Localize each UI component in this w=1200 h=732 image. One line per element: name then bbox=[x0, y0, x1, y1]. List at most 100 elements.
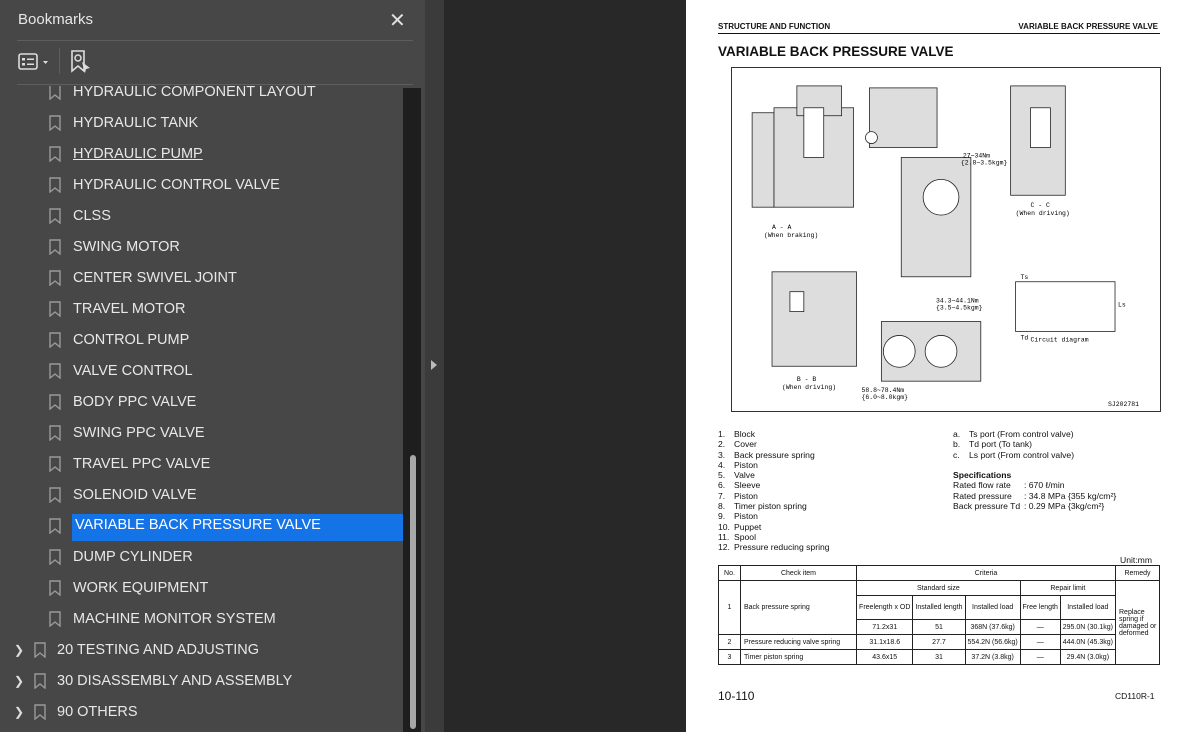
bookmark-item[interactable]: HYDRAULIC CONTROL VALVE bbox=[0, 171, 403, 199]
bookmark-item[interactable]: ❯ 20 TESTING AND ADJUSTING bbox=[0, 636, 403, 664]
torque-3: 58.8~78.4Nm bbox=[861, 387, 904, 394]
divider bbox=[17, 84, 413, 85]
item-number: a. bbox=[953, 429, 961, 439]
item-text: Sleeve bbox=[734, 480, 761, 491]
bookmark-label: VARIABLE BACK PRESSURE VALVE bbox=[72, 514, 403, 541]
bookmark-item[interactable]: HYDRAULIC PUMP bbox=[0, 140, 403, 168]
bookmark-item[interactable]: BODY PPC VALVE bbox=[0, 388, 403, 416]
document-viewer-background bbox=[444, 0, 686, 732]
item-number: 11. bbox=[718, 531, 730, 542]
bookmark-label: HYDRAULIC PUMP bbox=[73, 146, 203, 162]
ls-label: Ls bbox=[1118, 302, 1126, 309]
bookmark-icon bbox=[49, 270, 61, 287]
bookmark-icon bbox=[49, 456, 61, 473]
item-text: Ts port (From control valve) bbox=[969, 429, 1074, 439]
bookmark-label: HYDRAULIC COMPONENT LAYOUT bbox=[73, 86, 316, 100]
spec-row: Rated pressure: 34.8 MPa {355 kg/cm²} bbox=[953, 491, 1116, 501]
bookmark-item[interactable]: CENTER SWIVEL JOINT bbox=[0, 264, 403, 292]
bookmark-icon bbox=[49, 146, 61, 163]
cell: 51 bbox=[912, 619, 966, 635]
item-text: Back pressure spring bbox=[734, 449, 815, 460]
th-installed-load: Installed load bbox=[964, 595, 1021, 620]
bookmark-label: DUMP CYLINDER bbox=[73, 549, 193, 565]
bookmark-item[interactable]: CONTROL PUMP bbox=[0, 326, 403, 354]
bookmark-item[interactable]: HYDRAULIC COMPONENT LAYOUT bbox=[0, 86, 403, 106]
cell: Timer piston spring bbox=[740, 649, 857, 665]
running-header-left: STRUCTURE AND FUNCTION bbox=[718, 22, 831, 31]
torque-2b: {3.5~4.5kgm} bbox=[936, 305, 983, 312]
panel-title: Bookmarks bbox=[18, 11, 94, 28]
bookmark-label: MACHINE MONITOR SYSTEM bbox=[73, 611, 276, 627]
view-aa-label: A - A bbox=[772, 224, 791, 231]
item-number: 10. bbox=[718, 521, 730, 532]
circuit-label: Circuit diagram bbox=[1031, 336, 1089, 343]
bookmark-icon bbox=[49, 580, 61, 597]
cell: 554.2N (56.6kg) bbox=[964, 634, 1021, 650]
bookmark-item[interactable]: SWING MOTOR bbox=[0, 233, 403, 261]
chevron-right-icon[interactable]: ❯ bbox=[14, 705, 24, 719]
chevron-right-icon[interactable]: ❯ bbox=[14, 674, 24, 688]
td-label: Td bbox=[1021, 334, 1029, 341]
list-item: 7. Piston bbox=[718, 491, 830, 501]
spec-row: Back pressure Td: 0.29 MPa {3kg/cm²} bbox=[953, 501, 1116, 511]
cell: 31.1x18.6 bbox=[855, 634, 914, 650]
bookmark-item[interactable]: TRAVEL MOTOR bbox=[0, 295, 403, 323]
view-cc-label: C - C bbox=[1031, 202, 1050, 209]
bookmark-icon bbox=[49, 332, 61, 349]
view-bb-label: B - B bbox=[797, 376, 816, 383]
bookmark-item[interactable]: TRAVEL PPC VALVE bbox=[0, 450, 403, 478]
cell: 29.4N (3.0kg) bbox=[1059, 649, 1117, 665]
check-table: No. Check item Criteria Remedy 1 Back pressu… bbox=[718, 565, 1160, 665]
find-bookmark-button[interactable] bbox=[70, 50, 92, 74]
bookmark-item[interactable]: VARIABLE BACK PRESSURE VALVE bbox=[0, 512, 403, 541]
item-text: Timer piston spring bbox=[734, 501, 807, 512]
bookmark-icon bbox=[49, 363, 61, 380]
bookmark-label: HYDRAULIC TANK bbox=[73, 115, 199, 131]
bookmark-item[interactable]: HYDRAULIC TANK bbox=[0, 109, 403, 137]
bookmark-icon bbox=[49, 86, 61, 101]
list-item: 9. Piston bbox=[718, 511, 830, 521]
item-text: Valve bbox=[734, 470, 755, 481]
model-code: CD110R-1 bbox=[1115, 691, 1155, 701]
spec-key: Rated flow rate bbox=[953, 480, 1011, 491]
specifications: Specifications Rated flow rate: 670 ℓ/mi… bbox=[953, 470, 1116, 511]
list-item: 8. Timer piston spring bbox=[718, 501, 830, 511]
bookmark-item[interactable]: SWING PPC VALVE bbox=[0, 419, 403, 447]
list-item: c. Ls port (From control valve) bbox=[953, 450, 1074, 460]
bookmark-label: 20 TESTING AND ADJUSTING bbox=[57, 642, 259, 658]
unit-label: Unit:mm bbox=[1120, 555, 1152, 565]
cell: 27.7 bbox=[912, 634, 966, 650]
chevron-right-icon bbox=[431, 360, 437, 370]
bookmark-item[interactable]: ❯ 30 DISASSEMBLY AND ASSEMBLY bbox=[0, 667, 403, 695]
bookmark-label: SWING MOTOR bbox=[73, 239, 180, 255]
figure-code: SJ202781 bbox=[1108, 401, 1139, 408]
bookmark-icon bbox=[49, 487, 61, 504]
options-menu-button[interactable] bbox=[18, 51, 52, 73]
scrollbar-thumb[interactable] bbox=[410, 455, 416, 729]
bookmark-label: BODY PPC VALVE bbox=[73, 394, 197, 410]
bookmark-item[interactable]: SOLENOID VALVE bbox=[0, 481, 403, 509]
th-remedy: Remedy bbox=[1115, 565, 1160, 581]
page-number: 10-110 bbox=[718, 689, 755, 703]
panel-collapse-handle[interactable] bbox=[426, 0, 444, 732]
bookmark-label: HYDRAULIC CONTROL VALVE bbox=[73, 177, 280, 193]
bookmark-item[interactable]: ❯ 90 OTHERS bbox=[0, 698, 403, 726]
bookmark-item[interactable]: CLSS bbox=[0, 202, 403, 230]
th-free-length-od: Freelength x OD bbox=[855, 595, 914, 620]
list-item: 1. Block bbox=[718, 429, 830, 439]
cell: 1 bbox=[718, 580, 741, 635]
bookmark-label: TRAVEL MOTOR bbox=[73, 301, 186, 317]
chevron-right-icon[interactable]: ❯ bbox=[14, 643, 24, 657]
bookmark-item[interactable]: WORK EQUIPMENT bbox=[0, 574, 403, 602]
bookmark-item[interactable]: DUMP CYLINDER bbox=[0, 543, 403, 571]
ts-label: Ts bbox=[1021, 274, 1029, 281]
bookmark-item[interactable]: VALVE CONTROL bbox=[0, 357, 403, 385]
spec-value: : 670 ℓ/min bbox=[1024, 480, 1065, 491]
scrollbar[interactable] bbox=[403, 88, 421, 732]
bookmark-icon bbox=[49, 301, 61, 318]
list-item: 10. Puppet bbox=[718, 522, 830, 532]
list-item: a. Ts port (From control valve) bbox=[953, 429, 1074, 439]
bookmark-item[interactable]: MACHINE MONITOR SYSTEM bbox=[0, 605, 403, 633]
close-icon[interactable]: ✕ bbox=[389, 8, 406, 33]
bookmark-label: VALVE CONTROL bbox=[73, 363, 193, 379]
